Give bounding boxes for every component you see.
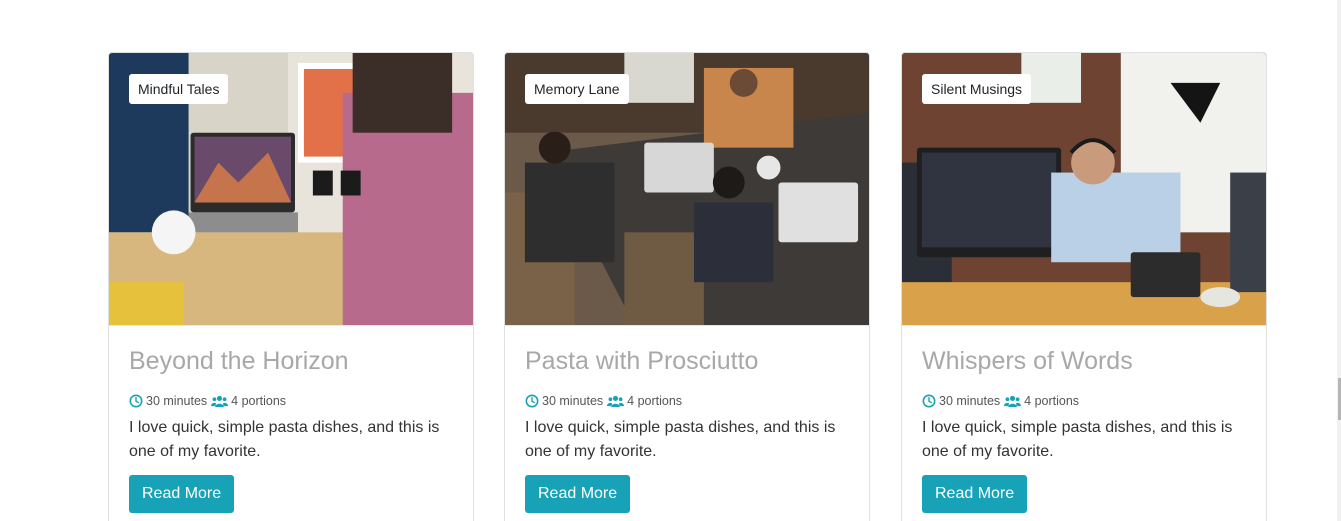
- card-description: I love quick, simple pasta dishes, and t…: [922, 419, 1233, 460]
- card-description: I love quick, simple pasta dishes, and t…: [129, 419, 440, 460]
- clock-icon: [525, 394, 539, 408]
- users-icon: [211, 395, 229, 407]
- recipe-meta: 30 minutes 4 portions: [922, 393, 1246, 409]
- portions: 4 portions: [627, 394, 683, 408]
- cook-time: 30 minutes: [939, 394, 1001, 408]
- card-beyond-the-horizon: Mindful Tales Beyond the Horizon 30 minu…: [108, 52, 474, 521]
- scrollbar-track[interactable]: [1337, 0, 1341, 521]
- card-image[interactable]: Silent Musings: [902, 53, 1266, 326]
- card-description: I love quick, simple pasta dishes, and t…: [525, 419, 836, 460]
- card-title[interactable]: Beyond the Horizon: [129, 346, 453, 376]
- card-pasta-with-prosciutto: Memory Lane Pasta with Prosciutto 30 min…: [504, 52, 870, 521]
- card-whispers-of-words: Silent Musings Whispers of Words 30 minu…: [901, 52, 1267, 521]
- users-icon: [1004, 395, 1022, 407]
- card-body: Whispers of Words 30 minutes 4 portions: [902, 326, 1266, 464]
- read-more-button[interactable]: Read More: [129, 475, 235, 513]
- read-more-button[interactable]: Read More: [922, 475, 1028, 513]
- recipe-meta: 30 minutes 4 portions: [129, 393, 453, 409]
- cook-time: 30 minutes: [146, 394, 208, 408]
- category-tag[interactable]: Silent Musings: [922, 74, 1032, 104]
- category-tag[interactable]: Memory Lane: [525, 74, 629, 104]
- users-icon: [607, 395, 625, 407]
- recipe-meta: 30 minutes 4 portions: [525, 393, 849, 409]
- read-more-button[interactable]: Read More: [525, 475, 631, 513]
- card-image[interactable]: Mindful Tales: [109, 53, 473, 326]
- card-image[interactable]: Memory Lane: [505, 53, 869, 326]
- category-tag[interactable]: Mindful Tales: [129, 74, 229, 104]
- portions: 4 portions: [1024, 394, 1080, 408]
- card-body: Pasta with Prosciutto 30 minutes 4 porti…: [505, 326, 869, 464]
- portions: 4 portions: [231, 394, 287, 408]
- clock-icon: [922, 394, 936, 408]
- card-title[interactable]: Whispers of Words: [922, 346, 1246, 376]
- card-title[interactable]: Pasta with Prosciutto: [525, 346, 849, 376]
- card-body: Beyond the Horizon 30 minutes 4 portions: [109, 326, 473, 464]
- page: Mindful Tales Beyond the Horizon 30 minu…: [0, 0, 1341, 521]
- cook-time: 30 minutes: [542, 394, 604, 408]
- clock-icon: [129, 394, 143, 408]
